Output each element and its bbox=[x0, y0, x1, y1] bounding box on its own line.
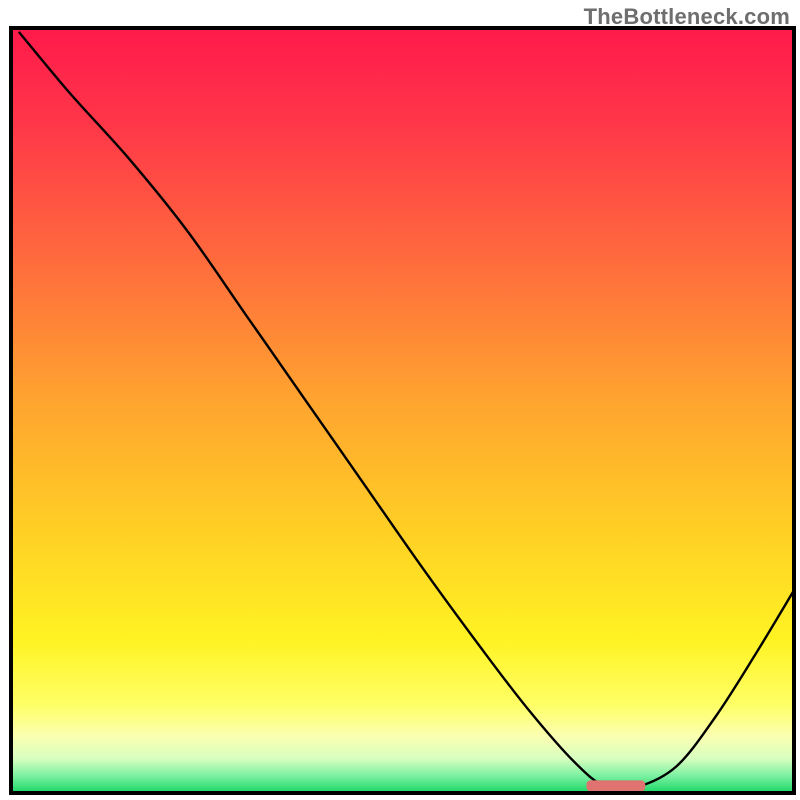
plot-area bbox=[11, 28, 794, 793]
min-marker bbox=[587, 780, 646, 791]
gradient-background bbox=[11, 28, 794, 793]
watermark-text: TheBottleneck.com bbox=[584, 4, 790, 30]
bottleneck-chart bbox=[0, 0, 800, 800]
chart-stage: TheBottleneck.com bbox=[0, 0, 800, 800]
